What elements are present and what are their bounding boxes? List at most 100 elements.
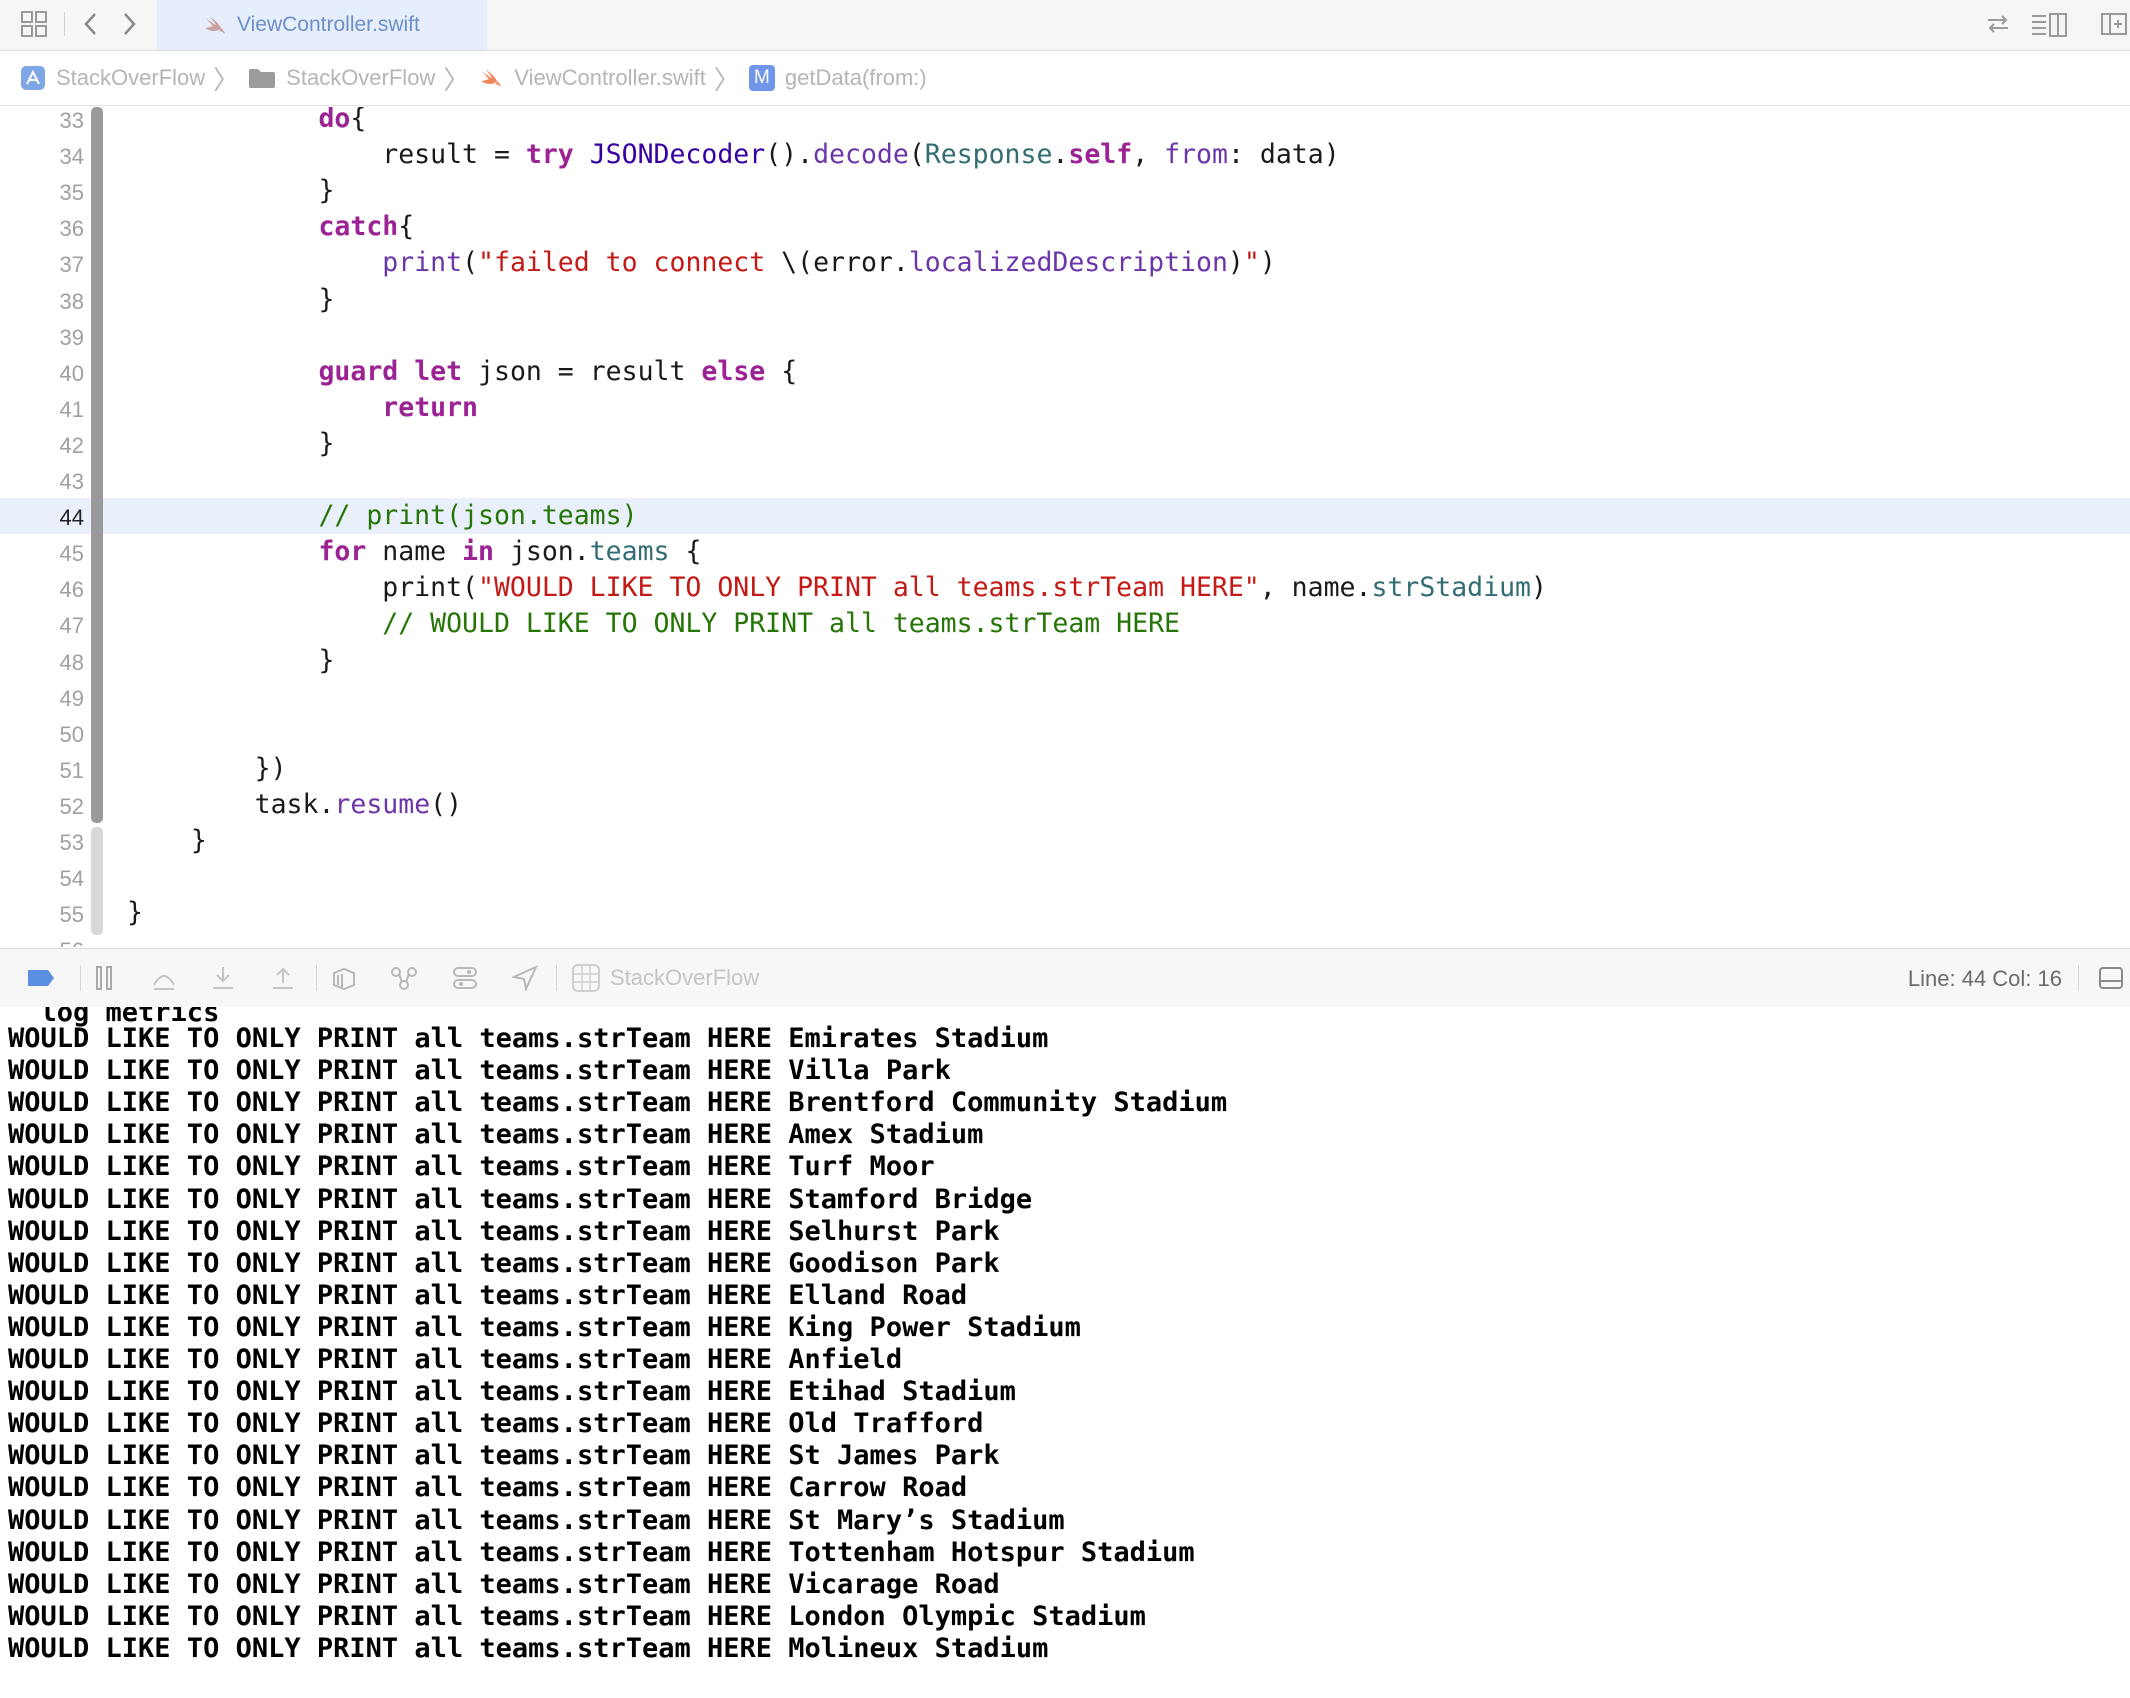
console-line-stadium: Etihad Stadium [788, 1376, 1016, 1408]
divider [316, 965, 317, 991]
code-line[interactable]: 52 task.resume() [0, 787, 2130, 823]
breadcrumb-label: getData(from:) [784, 65, 927, 90]
console-line-stadium: Villa Park [788, 1055, 951, 1087]
line-number: 49 [59, 685, 84, 711]
code-text: // print(json.teams) [318, 500, 638, 532]
code-text: }) [127, 752, 287, 784]
grid-icon[interactable] [20, 9, 48, 39]
console-line: WOULD LIKE TO ONLY PRINT all teams.strTe… [8, 1376, 1016, 1407]
source-change-bar [91, 827, 103, 936]
line-col-indicator: Line: 44 Col: 16 [1907, 966, 2062, 991]
console-line-stadium: Old Trafford [788, 1408, 984, 1440]
code-line[interactable]: 51 }) [0, 751, 2130, 787]
code-text: print("WOULD LIKE TO ONLY PRINT all team… [127, 572, 1547, 604]
back-icon[interactable] [80, 9, 102, 39]
code-line[interactable]: 46 print("WOULD LIKE TO ONLY PRINT all t… [0, 570, 2130, 606]
code-line[interactable]: 42 } [0, 426, 2130, 462]
console-line-prefix: WOULD LIKE TO ONLY PRINT all teams.strTe… [8, 1119, 773, 1151]
swap-arrows-icon[interactable] [1984, 9, 2012, 39]
forward-icon[interactable] [118, 9, 140, 39]
tab-viewcontroller-swift[interactable]: ViewController.swift [157, 0, 487, 50]
console-line-prefix: WOULD LIKE TO ONLY PRINT all teams.strTe… [8, 1215, 773, 1247]
code-line[interactable]: 36 catch{ [0, 209, 2130, 245]
pause-icon[interactable] [94, 963, 114, 993]
code-text: return [382, 391, 479, 423]
breadcrumb-item-project[interactable]: StackOverFlow [20, 65, 205, 91]
location-arrow-icon[interactable] [512, 963, 538, 993]
code-line[interactable]: 44 // print(json.teams) [0, 498, 2130, 535]
code-line[interactable]: 48 } [0, 643, 2130, 679]
code-line[interactable]: 39 [0, 318, 2130, 354]
line-number: 40 [59, 360, 84, 386]
target-selector[interactable]: StackOverFlow [572, 963, 759, 993]
console-line: WOULD LIKE TO ONLY PRINT all teams.strTe… [8, 1312, 1081, 1343]
code-line[interactable]: 50 [0, 715, 2130, 751]
environment-overrides-icon[interactable] [452, 963, 478, 993]
console-line-stadium: Anfield [788, 1344, 903, 1375]
line-number: 35 [59, 180, 84, 206]
code-line[interactable]: 34 result = try JSONDecoder().decode(Res… [0, 137, 2130, 173]
step-into-icon[interactable] [210, 963, 236, 993]
code-line[interactable]: 47 // WOULD LIKE TO ONLY PRINT all teams… [0, 606, 2130, 642]
line-number: 37 [59, 252, 84, 278]
divider [556, 965, 557, 991]
code-line[interactable]: 54 [0, 859, 2130, 895]
console-line-stadium: Selhurst Park [788, 1215, 1000, 1247]
breadcrumb-item-folder[interactable]: StackOverFlow [248, 65, 435, 91]
code-text: catch{ [318, 211, 415, 243]
line-number: 45 [59, 541, 84, 567]
console-line-prefix: WOULD LIKE TO ONLY PRINT all teams.strTe… [8, 1023, 773, 1054]
add-editor-icon[interactable] [2098, 9, 2128, 39]
hide-debug-area-icon[interactable] [2098, 963, 2124, 993]
code-line[interactable]: 53 } [0, 823, 2130, 859]
breakpoints-toggle-icon[interactable] [26, 963, 56, 993]
console-line-stadium: Carrow Road [788, 1472, 968, 1504]
breadcrumb-label: StackOverFlow [56, 65, 206, 90]
step-over-icon[interactable] [150, 963, 178, 993]
console-line-stadium: Tottenham Hotspur Stadium [788, 1536, 1195, 1568]
console-line-stadium: Vicarage Road [788, 1568, 1000, 1600]
code-line[interactable]: 35 } [0, 173, 2130, 209]
code-text: do{ [318, 107, 367, 134]
memory-graph-icon[interactable] [390, 963, 418, 993]
code-line[interactable]: 38 } [0, 282, 2130, 318]
code-line[interactable]: 33 do{ [0, 107, 2130, 137]
app-project-icon [20, 65, 46, 91]
code-text: } [127, 644, 335, 676]
console-line-prefix: WOULD LIKE TO ONLY PRINT all teams.strTe… [8, 1279, 773, 1311]
console-line: WOULD LIKE TO ONLY PRINT all teams.strTe… [8, 1248, 1000, 1279]
code-line[interactable]: 40 guard let json = result else { [0, 354, 2130, 390]
code-text: // WOULD LIKE TO ONLY PRINT all teams.st… [382, 608, 1180, 640]
step-out-icon[interactable] [270, 963, 296, 993]
line-number: 33 [59, 108, 84, 133]
breadcrumb-label: ViewController.swift [514, 65, 706, 90]
view-hierarchy-icon[interactable] [330, 963, 358, 993]
console-line: WOULD LIKE TO ONLY PRINT all teams.strTe… [8, 1505, 1065, 1536]
code-line[interactable]: 56 [0, 931, 2130, 947]
code-line[interactable]: 41 return [0, 390, 2130, 426]
console-line-prefix: WOULD LIKE TO ONLY PRINT all teams.strTe… [8, 1600, 773, 1632]
target-label: StackOverFlow [610, 965, 760, 990]
code-text: for name in json.teams { [318, 536, 702, 568]
breadcrumb-item-method[interactable]: M getData(from:) [748, 65, 927, 91]
code-text: } [127, 283, 335, 315]
editor-options-icon[interactable] [2030, 9, 2070, 39]
line-number: 34 [59, 144, 84, 170]
code-line[interactable]: 55} [0, 895, 2130, 931]
breadcrumb-item-file[interactable]: ViewController.swift [478, 65, 706, 91]
console-line-prefix: WOULD LIKE TO ONLY PRINT all teams.strTe… [8, 1247, 773, 1279]
line-number: 42 [59, 432, 84, 458]
code-text: } [127, 427, 335, 459]
source-change-bar [91, 107, 103, 823]
code-editor[interactable]: 33 do{34 result = try JSONDecoder().deco… [0, 107, 2130, 947]
code-line[interactable]: 43 [0, 462, 2130, 498]
code-text: print("failed to connect \(error.localiz… [382, 247, 1276, 279]
code-line[interactable]: 37 print("failed to connect \(error.loca… [0, 245, 2130, 281]
console-line: WOULD LIKE TO ONLY PRINT all teams.strTe… [8, 1569, 1000, 1600]
console-line-stadium: London Olympic Stadium [788, 1600, 1146, 1632]
tab-bar: ViewController.swift [0, 0, 2130, 51]
console-output[interactable]: log metrics WOULD LIKE TO ONLY PRINT all… [0, 1007, 2130, 1698]
console-line-stadium: Molineux Stadium [788, 1632, 1049, 1664]
code-line[interactable]: 45 for name in json.teams { [0, 534, 2130, 570]
code-line[interactable]: 49 [0, 679, 2130, 715]
